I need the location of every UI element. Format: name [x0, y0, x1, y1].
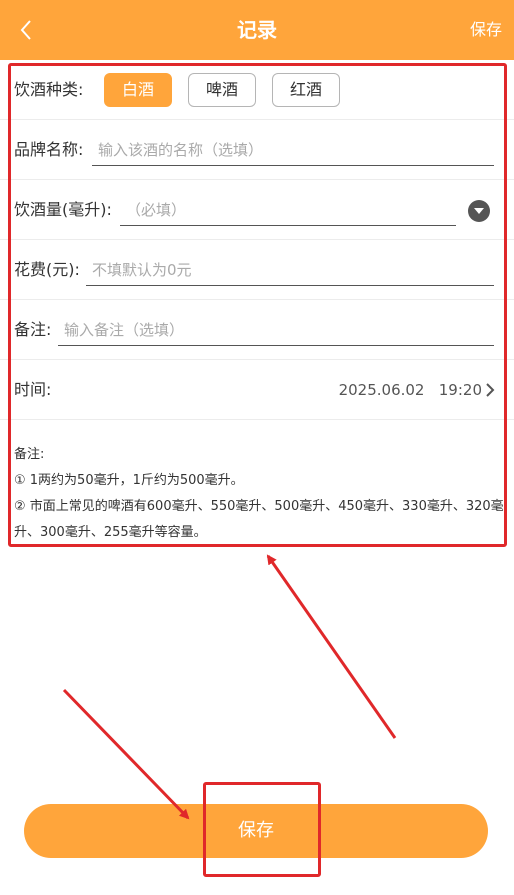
volume-input-wrap [120, 194, 456, 226]
drink-type-chip-beer[interactable]: 啤酒 [188, 73, 256, 107]
annotation-arrow-down [62, 688, 190, 820]
record-form: 饮酒种类: 白酒 啤酒 红酒 品牌名称: 饮酒量(毫升): 花费(元): 备注: [0, 60, 514, 420]
volume-input[interactable] [120, 194, 456, 225]
top-bar: 记录 保存 [0, 0, 514, 60]
notes-line-2: ② 市面上常见的啤酒有600毫升、550毫升、500毫升、450毫升、330毫升… [14, 499, 504, 540]
remark-input-wrap [58, 314, 494, 346]
volume-dropdown-icon[interactable] [468, 200, 490, 222]
brand-input-wrap [92, 134, 494, 166]
cost-row: 花费(元): [0, 240, 514, 300]
save-button[interactable]: 保存 [24, 804, 488, 858]
drink-type-chip-baijiu[interactable]: 白酒 [104, 73, 172, 107]
drink-type-chip-wine[interactable]: 红酒 [272, 73, 340, 107]
cost-input[interactable] [86, 254, 494, 285]
time-value[interactable]: 2025.06.02 19:20 [339, 360, 482, 420]
time-label: 时间: [14, 380, 52, 399]
notes-section: 备注: ① 1两约为50毫升，1斤约为500毫升。 ② 市面上常见的啤酒有600… [14, 442, 504, 546]
drink-type-label: 饮酒种类: [14, 80, 84, 99]
save-header-button[interactable]: 保存 [470, 0, 502, 60]
brand-label: 品牌名称: [14, 140, 84, 159]
remark-label: 备注: [14, 320, 52, 339]
volume-label: 饮酒量(毫升): [14, 200, 112, 219]
remark-row: 备注: [0, 300, 514, 360]
notes-title: 备注: [14, 447, 45, 462]
chevron-right-icon [486, 383, 495, 397]
annotation-arrow-up [266, 554, 397, 739]
drink-type-row: 饮酒种类: 白酒 啤酒 红酒 [0, 60, 514, 120]
volume-row: 饮酒量(毫升): [0, 180, 514, 240]
page-title: 记录 [237, 18, 277, 42]
brand-input[interactable] [92, 134, 494, 165]
time-row[interactable]: 时间: 2025.06.02 19:20 [0, 360, 514, 420]
notes-line-1: ① 1两约为50毫升，1斤约为500毫升。 [14, 473, 244, 488]
cost-input-wrap [86, 254, 494, 286]
remark-input[interactable] [58, 314, 494, 345]
cost-label: 花费(元): [14, 260, 80, 279]
brand-row: 品牌名称: [0, 120, 514, 180]
